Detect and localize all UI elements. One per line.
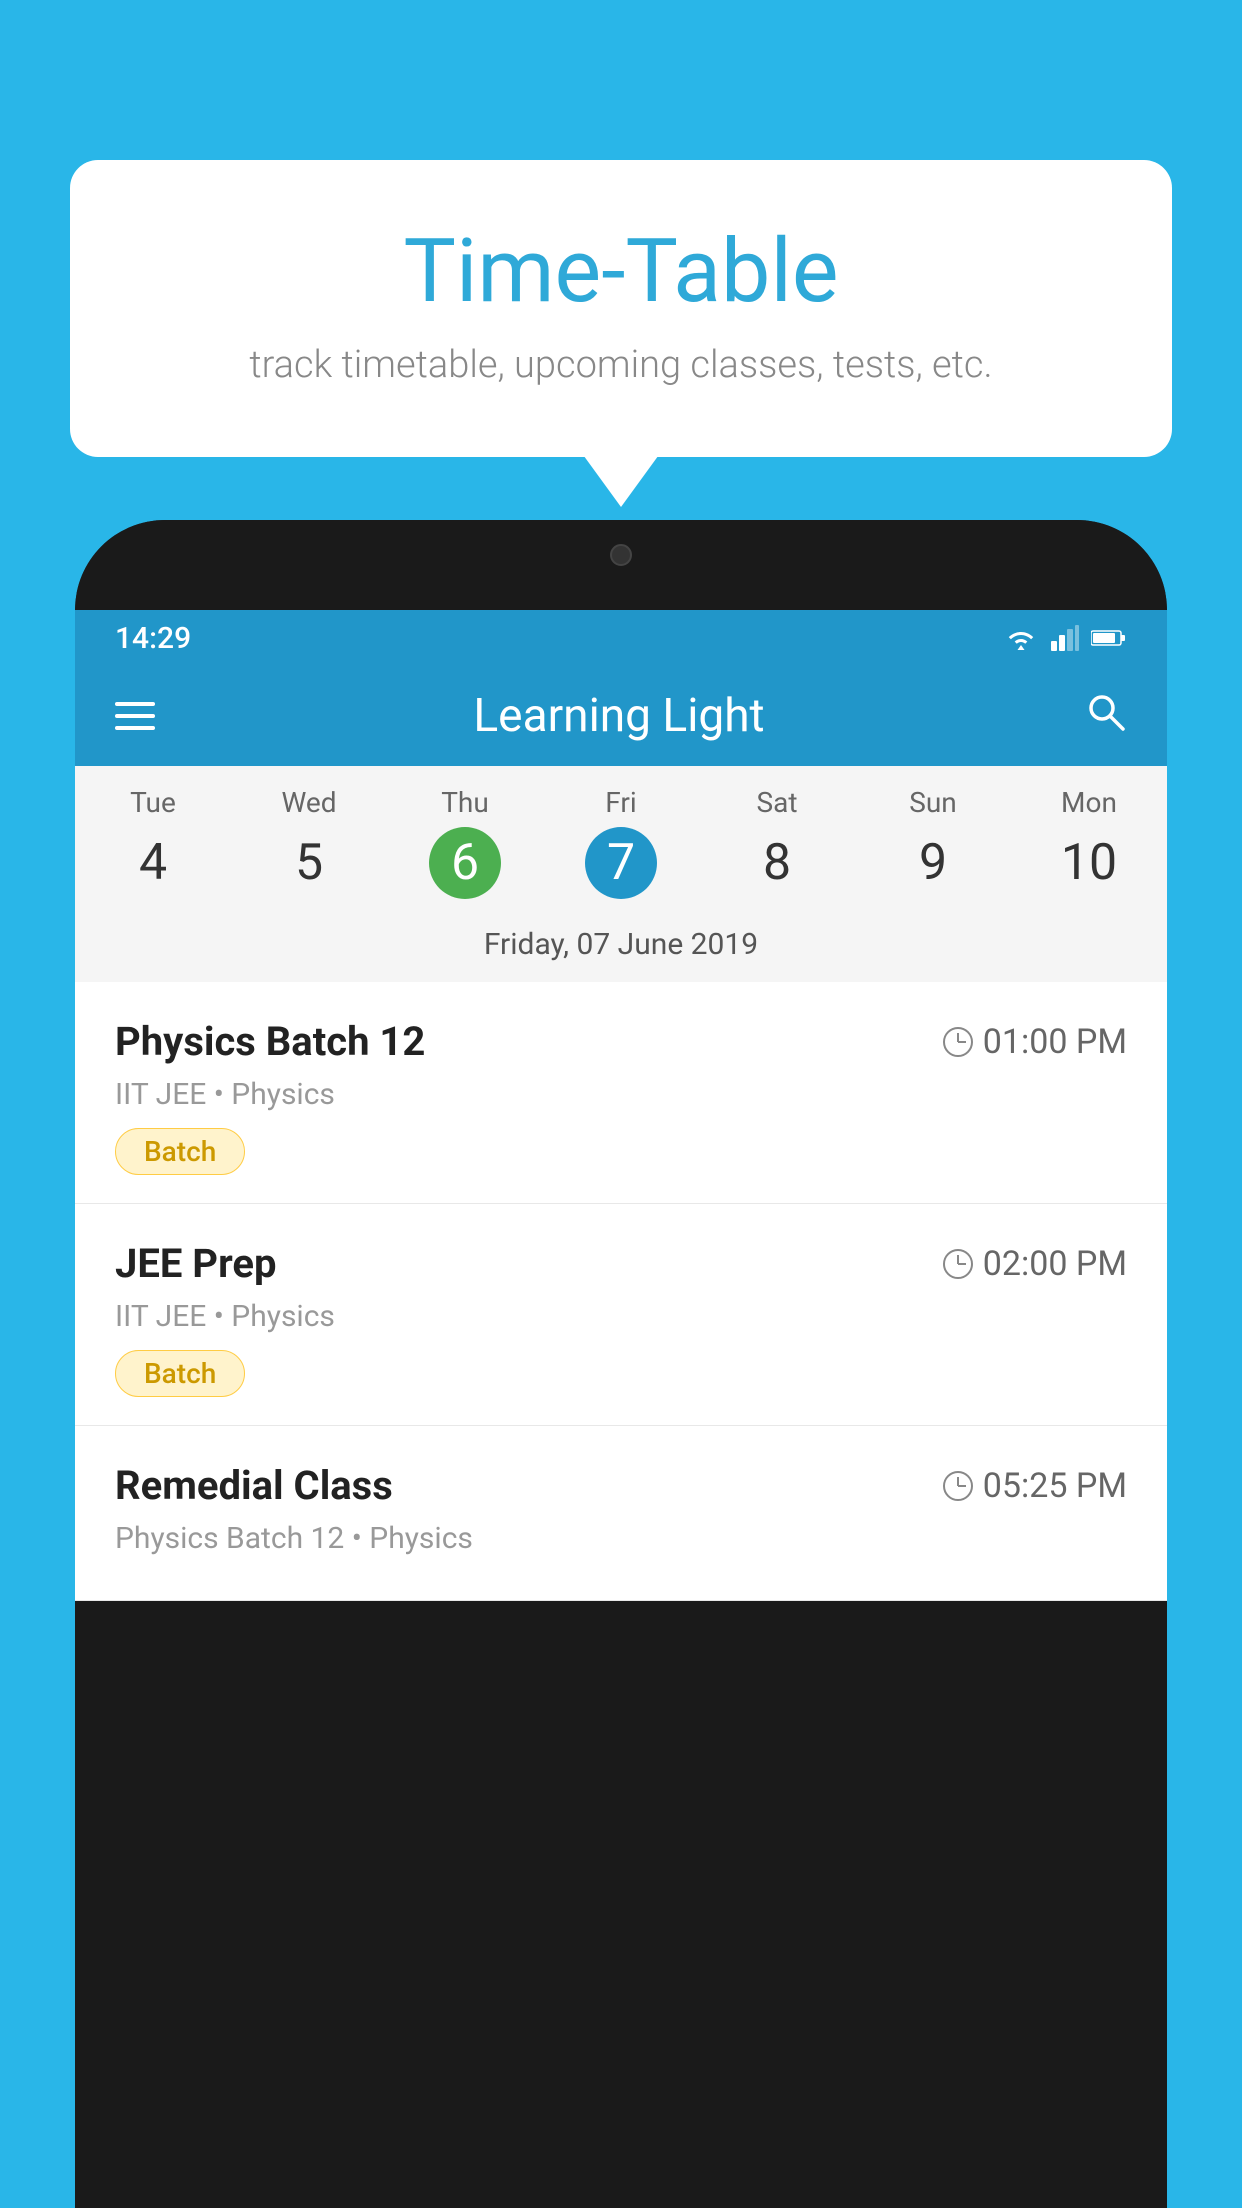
clock-icon	[943, 1471, 973, 1501]
schedule-subject: IIT JEE • Physics	[115, 1077, 1127, 1112]
status-icons	[1003, 625, 1127, 651]
calendar-section: Tue 4 Wed 5 Thu 6 Fri 7 Sat 8 Sun 9 Mon …	[75, 766, 1167, 982]
phone-screen: 14:29	[75, 610, 1167, 1601]
battery-icon	[1091, 625, 1127, 651]
page-subtitle: track timetable, upcoming classes, tests…	[130, 343, 1112, 387]
calendar-day-7[interactable]: Fri 7	[543, 786, 699, 907]
schedule-title: JEE Prep	[115, 1240, 276, 1287]
schedule-item-2[interactable]: Remedial Class 05:25 PM Physics Batch 12…	[75, 1426, 1167, 1601]
signal-icon	[1051, 625, 1079, 651]
speech-bubble-card: Time-Table track timetable, upcoming cla…	[70, 160, 1172, 457]
search-button[interactable]	[1083, 689, 1127, 744]
schedule-time: 01:00 PM	[943, 1022, 1127, 1062]
schedule-time: 05:25 PM	[943, 1466, 1127, 1506]
calendar-day-4[interactable]: Tue 4	[75, 786, 231, 907]
status-time: 14:29	[115, 621, 191, 656]
schedule-item-0[interactable]: Physics Batch 12 01:00 PM IIT JEE • Phys…	[75, 982, 1167, 1204]
hamburger-menu-icon[interactable]	[115, 702, 155, 730]
phone-camera	[610, 544, 632, 566]
schedule-item-1[interactable]: JEE Prep 02:00 PM IIT JEE • Physics Batc…	[75, 1204, 1167, 1426]
app-header: Learning Light	[75, 666, 1167, 766]
calendar-day-5[interactable]: Wed 5	[231, 786, 387, 907]
clock-icon	[943, 1249, 973, 1279]
wifi-icon	[1003, 625, 1039, 651]
calendar-day-10[interactable]: Mon 10	[1011, 786, 1167, 907]
schedule-title: Remedial Class	[115, 1462, 393, 1509]
schedule-time: 02:00 PM	[943, 1244, 1127, 1284]
calendar-day-6[interactable]: Thu 6	[387, 786, 543, 907]
schedule-title: Physics Batch 12	[115, 1018, 425, 1065]
phone-frame: 14:29	[75, 520, 1167, 2208]
day-headers: Tue 4 Wed 5 Thu 6 Fri 7 Sat 8 Sun 9 Mon …	[75, 766, 1167, 917]
status-bar: 14:29	[75, 610, 1167, 666]
phone-top-bar	[75, 520, 1167, 610]
selected-date-label: Friday, 07 June 2019	[75, 917, 1167, 982]
schedule-subject: IIT JEE • Physics	[115, 1299, 1127, 1334]
batch-tag: Batch	[115, 1128, 245, 1175]
app-title: Learning Light	[191, 689, 1047, 743]
calendar-day-9[interactable]: Sun 9	[855, 786, 1011, 907]
page-title: Time-Table	[130, 220, 1112, 323]
clock-icon	[943, 1027, 973, 1057]
batch-tag: Batch	[115, 1350, 245, 1397]
schedule-subject: Physics Batch 12 • Physics	[115, 1521, 1127, 1556]
schedule-list: Physics Batch 12 01:00 PM IIT JEE • Phys…	[75, 982, 1167, 1601]
calendar-day-8[interactable]: Sat 8	[699, 786, 855, 907]
